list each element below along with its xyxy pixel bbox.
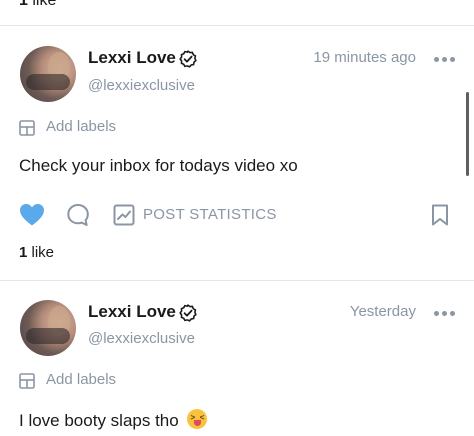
- squinting-tongue-emoji-icon: > <: [187, 409, 208, 429]
- post-statistics-button[interactable]: POST STATISTICS: [143, 206, 277, 223]
- previous-likes-count: 1: [19, 0, 28, 9]
- likes-count-number: 1: [19, 244, 28, 261]
- post-time[interactable]: Yesterday: [350, 303, 416, 320]
- scrollbar[interactable]: [466, 92, 469, 176]
- avatar[interactable]: [20, 46, 76, 102]
- post-card: Lexxi Love @lexxiexclusive 19 minutes ag…: [0, 26, 474, 280]
- author-name[interactable]: Lexxi Love: [88, 302, 176, 322]
- verified-badge-icon: [179, 50, 197, 68]
- author-handle[interactable]: @lexxiexclusive: [88, 77, 195, 94]
- likes-count-label: like: [31, 244, 55, 261]
- likes-count[interactable]: 1 like: [19, 244, 54, 261]
- author-handle[interactable]: @lexxiexclusive: [88, 330, 195, 347]
- comment-icon[interactable]: [66, 203, 90, 227]
- previous-post-likes[interactable]: 1 like: [19, 0, 56, 10]
- avatar[interactable]: [20, 300, 76, 356]
- post-text: I love booty slaps tho > <: [19, 409, 208, 431]
- add-labels-label: Add labels: [46, 371, 117, 388]
- post-text: Check your inbox for todays video xo: [19, 156, 298, 175]
- more-options-icon[interactable]: [434, 311, 456, 317]
- verified-badge-icon: [179, 304, 197, 322]
- more-options-icon[interactable]: [434, 57, 456, 63]
- post-statistics-icon[interactable]: [113, 204, 135, 226]
- label-icon: [19, 373, 35, 389]
- author-name[interactable]: Lexxi Love: [88, 48, 176, 68]
- previous-likes-label: like: [32, 0, 57, 9]
- add-labels-label: Add labels: [46, 118, 117, 135]
- bookmark-icon[interactable]: [431, 204, 449, 226]
- label-icon: [19, 120, 35, 136]
- like-heart-icon[interactable]: [19, 203, 45, 227]
- post-time[interactable]: 19 minutes ago: [313, 49, 416, 66]
- post-card: Lexxi Love @lexxiexclusive Yesterday Add…: [0, 281, 474, 436]
- post-text-content: I love booty slaps tho: [19, 411, 179, 430]
- post-actions: POST STATISTICS: [0, 200, 474, 230]
